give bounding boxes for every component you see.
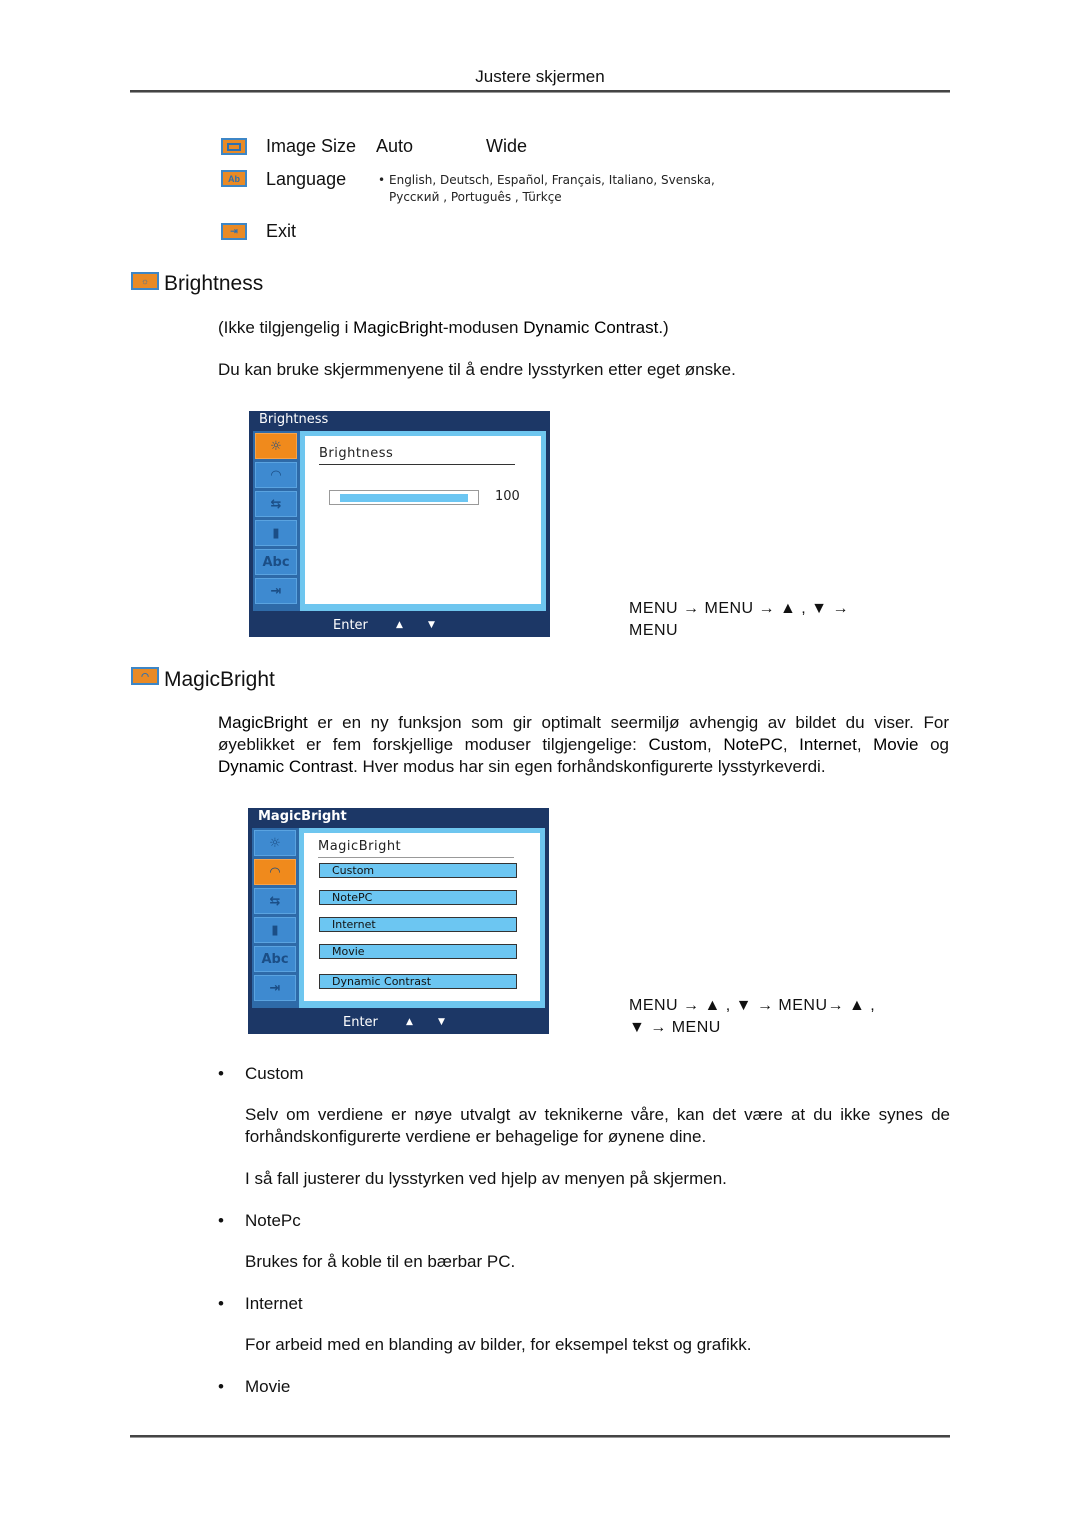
note-text: .) — [658, 318, 669, 337]
mode-internet-title: Internet — [245, 1294, 303, 1313]
term-movie: Movie — [873, 735, 919, 754]
magicbright-description: MagicBright er en ny funksjon som gir op… — [218, 712, 949, 778]
language-bullet: • — [378, 173, 386, 187]
bullet-marker: • — [218, 1211, 224, 1230]
osd-content-panel: MagicBright Custom NotePC Internet Movie… — [304, 833, 540, 1001]
osd-footer-enter: Enter — [343, 1015, 378, 1030]
osd-content-frame: Brightness 100 — [300, 431, 546, 611]
osd-window-title: MagicBright — [258, 809, 347, 824]
mode-custom-paragraph-2: I så fall justerer du lysstyrken ved hje… — [245, 1169, 727, 1188]
footer-divider — [130, 1435, 950, 1438]
magicbright-navigation-line1: MENU → ▲ , ▼ → MENU→ ▲ , — [629, 997, 876, 1014]
desc-text: . Hver modus har sin egen forhåndskonfig… — [353, 757, 826, 776]
magicbright-section-title: MagicBright — [164, 668, 275, 691]
bullet-marker: • — [218, 1294, 224, 1313]
exit-icon: ⇥ — [221, 223, 247, 240]
osd-panel-divider — [318, 857, 514, 858]
note-term-dynamic-contrast: Dynamic Contrast — [523, 318, 659, 337]
term-magicbright: MagicBright — [218, 713, 308, 732]
page-header-title: Justere skjermen — [475, 67, 605, 86]
mode-movie-title: Movie — [245, 1377, 291, 1396]
osd-tab-image-size-icon: ▮ — [254, 917, 296, 943]
brightness-navigation-line2: MENU — [629, 622, 679, 639]
image-size-option-auto: Auto — [376, 136, 414, 156]
magicbright-icon: ◠ — [131, 667, 159, 685]
brightness-value: 100 — [495, 489, 520, 504]
osd-footer-up-icon: ▲ — [396, 620, 403, 630]
osd-tab-image-size-icon: ▮ — [255, 520, 297, 546]
term-internet: Internet — [799, 735, 857, 754]
brightness-icon: ☼ — [131, 272, 159, 290]
osd-content-frame: MagicBright Custom NotePC Internet Movie… — [299, 828, 545, 1008]
header-divider — [130, 90, 950, 93]
desc-text: og — [918, 735, 949, 754]
osd-tab-position-icon: ⇆ — [255, 491, 297, 517]
term-dynamic-contrast: Dynamic Contrast — [218, 757, 354, 776]
magicbright-navigation-line2: ▼ → MENU — [629, 1019, 721, 1036]
osd-footer: Enter ▲ ▼ — [248, 1012, 549, 1034]
osd-option-custom: Custom — [319, 863, 517, 878]
desc-text: , — [707, 735, 724, 754]
osd-sidebar: ☼ ◠ ⇆ ▮ Abc ⇥ — [253, 431, 301, 611]
mode-custom-paragraph-1: Selv om verdiene er nøye utvalgt av tekn… — [245, 1105, 950, 1146]
brightness-section-title: Brightness — [164, 272, 264, 295]
term-custom: Custom — [648, 735, 708, 754]
osd-window-title: Brightness — [259, 412, 329, 427]
mode-custom-title: Custom — [245, 1064, 304, 1083]
osd-tab-language-icon: Abc — [254, 946, 296, 972]
language-list-line1: English, Deutsch, Español, Français, Ita… — [389, 173, 715, 187]
osd-tab-brightness-icon: ☼ — [254, 830, 296, 856]
osd-tab-magicbright-icon: ◠ — [254, 859, 296, 885]
brightness-slider — [329, 490, 479, 505]
osd-footer-down-icon: ▼ — [428, 620, 435, 630]
image-size-option-wide: Wide — [486, 136, 528, 156]
osd-tab-brightness-icon: ☼ — [255, 433, 297, 459]
osd-footer-down-icon: ▼ — [438, 1017, 445, 1027]
osd-tab-language-icon: Abc — [255, 549, 297, 575]
magicbright-osd-screenshot: MagicBright ☼ ◠ ⇆ ▮ Abc ⇥ MagicBright Cu… — [248, 808, 549, 1034]
osd-footer-enter: Enter — [333, 618, 368, 633]
osd-option-movie: Movie — [319, 944, 517, 959]
osd-tab-exit-icon: ⇥ — [255, 578, 297, 604]
language-label: Language — [266, 169, 347, 189]
term-notepc: NotePC — [723, 735, 783, 754]
note-text: -modusen — [442, 318, 524, 337]
exit-label: Exit — [266, 221, 297, 241]
osd-option-dynamic-contrast: Dynamic Contrast — [319, 974, 517, 989]
note-term-magicbright: MagicBright — [353, 318, 443, 337]
osd-sidebar: ☼ ◠ ⇆ ▮ Abc ⇥ — [252, 828, 300, 1008]
osd-panel-title: Brightness — [319, 446, 394, 461]
bullet-marker: • — [218, 1064, 224, 1083]
osd-tab-magicbright-icon: ◠ — [255, 462, 297, 488]
image-size-icon — [221, 138, 247, 155]
osd-option-notepc: NotePC — [319, 890, 517, 905]
osd-option-internet: Internet — [319, 917, 517, 932]
image-size-label: Image Size — [266, 136, 357, 156]
mode-notepc-paragraph-1: Brukes for å koble til en bærbar PC. — [245, 1252, 516, 1271]
osd-tab-exit-icon: ⇥ — [254, 975, 296, 1001]
brightness-note: (Ikke tilgjengelig i MagicBright-modusen… — [218, 317, 669, 339]
bullet-marker: • — [218, 1377, 224, 1396]
language-list-line2: Русский , Português , Türkçe — [389, 190, 562, 204]
brightness-osd-screenshot: Brightness ☼ ◠ ⇆ ▮ Abc ⇥ Brightness 100 … — [249, 411, 550, 637]
osd-footer: Enter ▲ ▼ — [249, 615, 550, 637]
osd-panel-title: MagicBright — [318, 839, 402, 854]
brightness-slider-fill — [340, 494, 468, 502]
mode-internet-paragraph-1: For arbeid med en blanding av bilder, fo… — [245, 1335, 752, 1354]
osd-content-panel: Brightness 100 — [305, 436, 541, 604]
mode-notepc-title: NotePc — [245, 1211, 301, 1230]
brightness-description: Du kan bruke skjermmenyene til å endre l… — [218, 360, 736, 379]
note-text: (Ikke tilgjengelig i — [218, 318, 354, 337]
desc-text: , — [856, 735, 874, 754]
desc-text: , — [782, 735, 800, 754]
osd-footer-up-icon: ▲ — [406, 1017, 413, 1027]
language-icon: Ab — [221, 170, 247, 187]
osd-tab-position-icon: ⇆ — [254, 888, 296, 914]
osd-panel-divider — [319, 464, 515, 465]
brightness-navigation-line1: MENU → MENU → ▲ , ▼ → — [629, 600, 849, 617]
